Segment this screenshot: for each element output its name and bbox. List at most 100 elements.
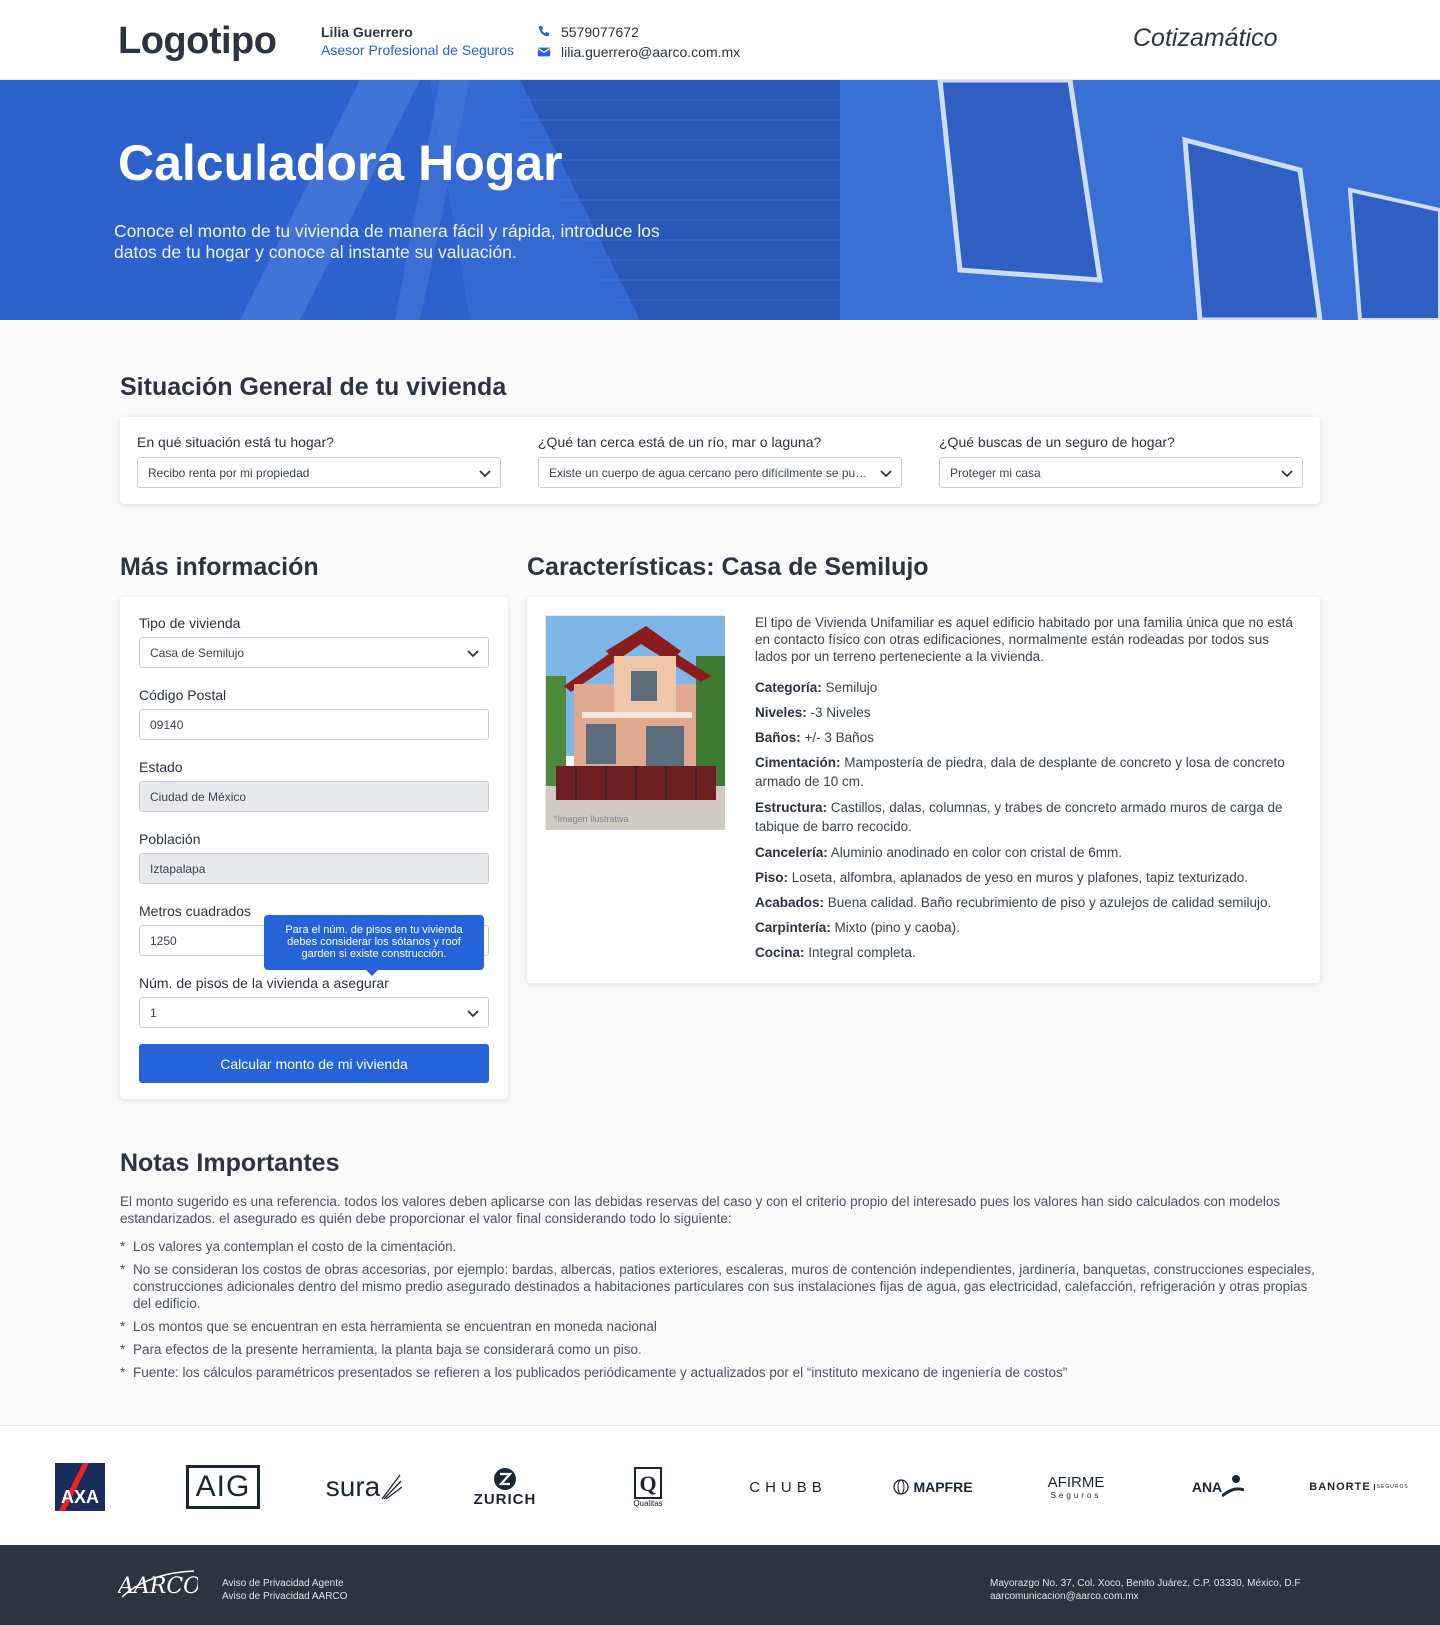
calculate-button[interactable]: Calcular monto de mi vivienda (139, 1044, 489, 1083)
floors-select[interactable]: 1 (139, 997, 489, 1028)
insurance-goal-value: Proteger mi casa (950, 465, 1041, 480)
feature-label: Estructura: (755, 800, 828, 815)
privacy-aarco-link[interactable]: Aviso de Privacidad AARCO (222, 1590, 347, 1603)
page-footer: AARCO Aviso de Privacidad Agente Aviso d… (0, 1545, 1440, 1625)
afirme-logo[interactable]: AFIRME Seguros (1038, 1462, 1114, 1512)
top-header: Logotipo Lilia Guerrero Asesor Profesion… (0, 0, 1440, 80)
floors-tooltip: Para el núm. de pisos en tu vivienda deb… (264, 915, 484, 976)
qualitas-logo[interactable]: Q Qualitas (628, 1462, 668, 1512)
mapfre-globe-icon (893, 1479, 910, 1495)
town-input: Iztapalapa (139, 853, 489, 884)
sura-wing-icon (381, 1474, 403, 1500)
zurich-logo[interactable]: ZURICH (468, 1462, 542, 1512)
postal-code-input[interactable]: 09140 (139, 709, 489, 740)
footer-address: Mayorazgo No. 37, Col. Xoco, Benito Juár… (990, 1577, 1301, 1603)
svg-text:Q: Q (639, 1471, 656, 1496)
home-situation-select[interactable]: Recibo renta por mi propiedad (137, 457, 501, 488)
privacy-agent-link[interactable]: Aviso de Privacidad Agente (222, 1577, 347, 1590)
feature-value: Integral completa. (804, 945, 916, 960)
feature-item: Estructura: Castillos, dalas, columnas, … (755, 798, 1305, 836)
chevron-down-icon (880, 470, 892, 478)
home-situation-value: Recibo renta por mi propiedad (148, 465, 310, 480)
ana-swoosh-icon (1222, 1475, 1245, 1498)
feature-label: Niveles: (755, 705, 807, 720)
chevron-down-icon (467, 1010, 479, 1018)
feature-item: Cocina: Integral completa. (755, 943, 1305, 962)
note-item: No se consideran los costos de obras acc… (120, 1261, 1325, 1312)
pisos-label: Núm. de pisos de la vivienda a asegurar (139, 975, 389, 991)
notes-title: Notas Importantes (120, 1149, 340, 1177)
chevron-down-icon (467, 650, 479, 658)
hero-subtitle: Conoce el monto de tu vivienda de manera… (114, 221, 660, 262)
ana-logo[interactable]: ANA (1188, 1462, 1248, 1512)
sura-logo[interactable]: sura (318, 1462, 410, 1512)
insurance-goal-select[interactable]: Proteger mi casa (939, 457, 1303, 488)
svg-text:AXA: AXA (61, 1487, 99, 1507)
banorte-logo[interactable]: BANORTE SEGUROS (1303, 1462, 1415, 1512)
svg-text:AARCO: AARCO (118, 1574, 198, 1599)
feature-item: Cancelería: Aluminio anodinado en color … (755, 843, 1305, 862)
general-situation-card: En qué situación está tu hogar? Recibo r… (120, 417, 1320, 504)
note-item: Para efectos de la presente herramienta,… (120, 1341, 1325, 1358)
features-title: Características: Casa de Semilujo (527, 553, 929, 581)
aarco-logo[interactable]: AARCO (116, 1563, 201, 1608)
chevron-down-icon (479, 470, 491, 478)
feature-label: Acabados: (755, 895, 825, 910)
feature-label: Cimentación: (755, 755, 841, 770)
q1-label: En qué situación está tu hogar? (137, 434, 334, 450)
housing-type-select[interactable]: Casa de Semilujo (139, 637, 489, 668)
housing-type-value: Casa de Semilujo (150, 645, 245, 660)
hero-banner: Calculadora Hogar Conoce el monto de tu … (0, 80, 1440, 320)
more-info-card: Tipo de vivienda Casa de Semilujo Código… (120, 597, 508, 1099)
qualitas-q-icon: Q (634, 1466, 662, 1499)
notes-list: Los valores ya contemplan el costo de la… (120, 1238, 1325, 1387)
contact-info: 5579077672 lilia.guerrero@aarco.com.mx (537, 22, 740, 62)
envelope-icon (537, 45, 551, 59)
building-background-image (0, 80, 1440, 320)
notes-paragraph: El monto sugerido es una referencia. tod… (120, 1194, 1281, 1226)
phone-icon (537, 25, 551, 39)
feature-item: Carpintería: Mixto (pino y caoba). (755, 918, 1305, 937)
agent-info: Lilia Guerrero Asesor Profesional de Seg… (321, 24, 514, 58)
feature-label: Baños: (755, 730, 801, 745)
aig-logo[interactable]: AIG (185, 1462, 261, 1512)
feature-item: Acabados: Buena calidad. Baño recubrimie… (755, 893, 1305, 912)
water-proximity-select[interactable]: Existe un cuerpo de agua cercano pero di… (538, 457, 902, 488)
feature-value: Aluminio anodinado en color con cristal … (827, 845, 1122, 860)
house-picture (546, 616, 725, 830)
mapfre-logo[interactable]: MAPFRE (888, 1462, 978, 1512)
chevron-down-icon (1281, 470, 1293, 478)
feature-item: Piso: Loseta, alfombra, aplanados de yes… (755, 868, 1305, 887)
q2-label: ¿Qué tan cerca está de un río, mar o lag… (538, 434, 822, 450)
agent-role: Asesor Profesional de Seguros (321, 42, 514, 58)
email-address[interactable]: lilia.guerrero@aarco.com.mx (561, 44, 740, 60)
cotizamatico-brand[interactable]: Cotizamático (1133, 24, 1278, 53)
axa-logo[interactable]: AXA (55, 1462, 105, 1512)
note-item: Los montos que se encuentran en esta her… (120, 1318, 1325, 1335)
feature-label: Cocina: (755, 945, 805, 960)
q3-label: ¿Qué buscas de un seguro de hogar? (939, 434, 1175, 450)
chubb-logo[interactable]: CHUBB (738, 1462, 838, 1512)
feature-label: Carpintería: (755, 920, 831, 935)
floors-value: 1 (150, 1005, 157, 1020)
phone-row: 5579077672 (537, 22, 740, 42)
address-text: Mayorazgo No. 37, Col. Xoco, Benito Juár… (990, 1578, 1301, 1589)
agent-name: Lilia Guerrero (321, 24, 413, 40)
feature-item: Categoría: Semilujo (755, 678, 1305, 697)
feature-label: Piso: (755, 870, 789, 885)
feature-value: Semilujo (821, 680, 878, 695)
footer-privacy-links: Aviso de Privacidad Agente Aviso de Priv… (222, 1577, 347, 1603)
feature-value: Loseta, alfombra, aplanados de yeso en m… (788, 870, 1249, 885)
footer-email[interactable]: aarcomunicacion@aarco.com.mx (990, 1590, 1301, 1603)
zurich-z-icon (494, 1467, 516, 1490)
general-section-title: Situación General de tu vivienda (120, 373, 507, 401)
feature-item: Baños: +/- 3 Baños (755, 728, 1305, 747)
phone-number[interactable]: 5579077672 (561, 24, 639, 40)
poblacion-label: Población (139, 831, 201, 847)
housing-description: El tipo de Vivienda Unifamiliar es aquel… (755, 615, 1293, 664)
house-illustration-image: *Imagen Ilustrativa (545, 615, 725, 830)
feature-value: Buena calidad. Baño recubrimiento de pis… (824, 895, 1272, 910)
site-logo[interactable]: Logotipo (118, 20, 277, 63)
state-input: Ciudad de México (139, 781, 489, 812)
feature-label: Categoría: (755, 680, 822, 695)
